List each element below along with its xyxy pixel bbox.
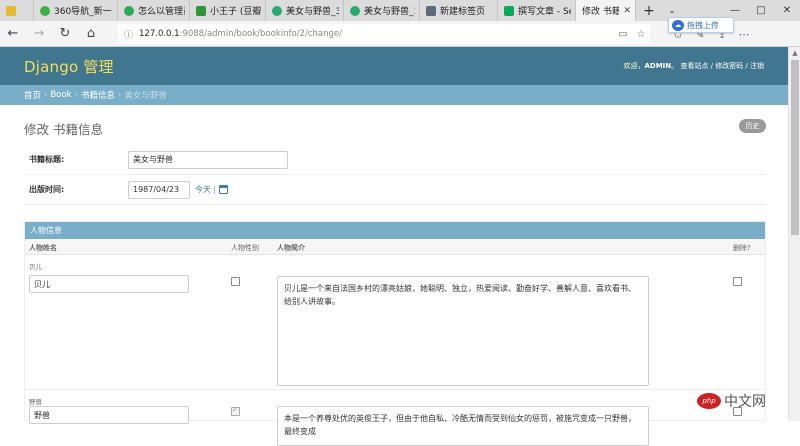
date-label: 出版时间: — [29, 185, 65, 194]
site-favicon-icon — [124, 5, 134, 16]
site-info-icon[interactable]: ⓘ — [124, 28, 133, 41]
url-host: 127.0.0.1 — [139, 29, 180, 39]
breadcrumb-home[interactable]: 首页 — [24, 89, 41, 101]
page-scrollbar[interactable]: ▲ — [788, 47, 800, 421]
tab-5[interactable]: 新建标签页 — [420, 0, 498, 21]
book-title-input[interactable]: 美女与野兽 — [128, 150, 288, 169]
url-path: :9088/admin/book/bookinfo/2/change/ — [179, 29, 342, 39]
welcome-text: 欢迎， — [623, 62, 645, 70]
form-row-title: 书籍标题: 美女与野兽 — [24, 145, 766, 175]
gender-checkbox[interactable] — [231, 405, 240, 416]
username: ADMIN — [644, 62, 672, 70]
more-menu-icon[interactable]: ⋯ — [733, 28, 755, 41]
delete-checkbox[interactable] — [733, 277, 742, 286]
character-name-input[interactable]: 野兽 — [29, 406, 189, 424]
character-intro-textarea[interactable]: 贝儿是一个来自法国乡村的漂亮姑娘，她聪明、独立，热爱阅读、勤奋好学、善解人意、喜… — [277, 276, 649, 386]
inline-caption: 人物信息 — [25, 222, 765, 239]
logout-link[interactable]: 注销 — [750, 62, 764, 70]
tab-title: 怎么以管理员 — [138, 7, 185, 17]
tab-title: 撰写文章 - Se — [518, 7, 571, 17]
douban-favicon-icon — [196, 5, 206, 16]
maximize-button[interactable]: □ — [748, 0, 774, 21]
form-row-date: 出版时间: 1987/04/23 今天 | — [24, 175, 766, 205]
tab-active[interactable]: 修改 书籍 ✕ — [576, 0, 636, 21]
tab-1[interactable]: 怎么以管理员 — [118, 0, 190, 21]
character-intro-textarea[interactable]: 本是一个养尊处优的英俊王子，但由于他自私、冷酷无情而受到仙女的惩罚，被施咒变成一… — [277, 406, 649, 446]
breadcrumb-separator: › — [118, 90, 122, 100]
title-label: 书籍标题: — [29, 155, 65, 164]
close-window-button[interactable]: ✕ — [774, 0, 800, 21]
row-original-label: 贝儿 — [29, 263, 42, 271]
history-button[interactable]: 历史 — [739, 119, 766, 133]
refresh-button[interactable]: ↻ — [52, 21, 78, 47]
scroll-up-arrow-icon[interactable]: ▲ — [789, 47, 800, 59]
site-favicon-icon — [272, 5, 282, 16]
breadcrumb-app[interactable]: Book — [50, 90, 71, 100]
publish-date-input[interactable]: 1987/04/23 — [128, 180, 190, 199]
tab-0[interactable]: 360导航_新一 — [34, 0, 118, 21]
breadcrumb-separator: › — [74, 90, 78, 100]
scroll-thumb[interactable] — [791, 60, 799, 235]
today-separator: | — [213, 185, 216, 194]
page-title: 修改 书籍信息 — [24, 122, 103, 137]
segmentfault-favicon-icon — [504, 5, 514, 16]
tab-title: 修改 书籍 — [582, 7, 620, 17]
reading-view-icon[interactable]: ▭ — [614, 29, 632, 40]
tab-2[interactable]: 小王子 (豆瓣) — [190, 0, 266, 21]
breadcrumb-model[interactable]: 书籍信息 — [81, 89, 115, 101]
drag-upload-popup[interactable]: ☁ 拖拽上传 — [668, 17, 734, 33]
divider: / — [743, 62, 750, 70]
php-logo-icon: php — [697, 393, 721, 409]
change-password-link[interactable]: 修改密码 — [715, 62, 743, 70]
tab-4[interactable]: 美女与野兽_3 — [344, 0, 420, 21]
column-delete: 删除? — [733, 244, 751, 252]
breadcrumb-current: 美女与野兽 — [124, 91, 167, 101]
column-gender: 人物性别 — [231, 244, 259, 252]
today-link[interactable]: 今天 — [195, 184, 211, 195]
tab-title: 美女与野兽_3 — [286, 7, 339, 17]
url-icons: ▭ ☆ — [614, 24, 650, 44]
breadcrumb: 首页 › Book › 书籍信息 › 美女与野兽 — [0, 85, 788, 105]
pinned-tab-icon — [6, 5, 16, 16]
back-button[interactable]: ← — [0, 21, 26, 47]
inline-characters: 人物信息 人物姓名 人物性别 人物简介 删除? 贝儿 贝儿 贝儿是一个来自法国乡… — [24, 221, 766, 446]
tab-3[interactable]: 美女与野兽_3 — [266, 0, 344, 21]
home-button[interactable]: ⌂ — [78, 21, 104, 47]
forward-button[interactable]: → — [26, 21, 52, 47]
breadcrumb-separator: › — [44, 90, 48, 100]
site-branding[interactable]: Django 管理 — [24, 56, 114, 77]
site-favicon-icon — [350, 5, 360, 16]
gender-checkbox[interactable] — [231, 277, 240, 286]
calendar-icon[interactable] — [218, 185, 228, 194]
tab-title: 美女与野兽_3 — [364, 7, 415, 17]
table-row: 野兽 野兽 本是一个养尊处优的英俊王子，但由于他自私、冷酷无情而受到仙女的惩罚，… — [25, 390, 765, 446]
inline-table-header: 人物姓名 人物性别 人物简介 删除? — [25, 239, 765, 255]
table-row: 贝儿 贝儿 贝儿是一个来自法国乡村的漂亮姑娘，她聪明、独立，热爱阅读、勤奋好学、… — [25, 255, 765, 390]
new-tab-favicon-icon — [426, 5, 436, 16]
new-tab-button[interactable]: + — [636, 0, 662, 21]
url-field[interactable]: ⓘ 127.0.0.1:9088/admin/book/bookinfo/2/c… — [118, 24, 650, 44]
content-area: 修改 书籍信息 历史 书籍标题: 美女与野兽 出版时间: 1987/04/23 … — [0, 105, 788, 446]
admin-header: Django 管理 欢迎，ADMIN。 查看站点 / 修改密码 / 注销 — [0, 47, 788, 85]
view-site-link[interactable]: 查看站点 — [680, 62, 708, 70]
add-favorite-icon[interactable]: ☆ — [632, 29, 650, 40]
upload-cloud-icon: ☁ — [672, 19, 684, 31]
upload-label: 拖拽上传 — [687, 20, 719, 30]
character-name-input[interactable]: 贝儿 — [29, 275, 189, 293]
360-favicon-icon — [40, 5, 50, 16]
welcome-period: 。 — [671, 62, 679, 70]
tab-title: 小王子 (豆瓣) — [210, 7, 261, 17]
tab-pinned[interactable] — [0, 0, 34, 21]
tab-6[interactable]: 撰写文章 - Se — [498, 0, 576, 21]
watermark-text: 中文网 — [724, 394, 766, 410]
php-cn-watermark: php 中文网 — [697, 389, 793, 413]
column-intro: 人物简介 — [277, 244, 305, 252]
column-name: 人物姓名 — [29, 244, 57, 252]
user-tools: 欢迎，ADMIN。 查看站点 / 修改密码 / 注销 — [623, 61, 764, 71]
tab-title: 360导航_新一 — [54, 7, 112, 17]
row-original-label: 野兽 — [29, 398, 42, 406]
tab-close-icon[interactable]: ✕ — [623, 6, 631, 16]
tab-title: 新建标签页 — [440, 7, 486, 17]
